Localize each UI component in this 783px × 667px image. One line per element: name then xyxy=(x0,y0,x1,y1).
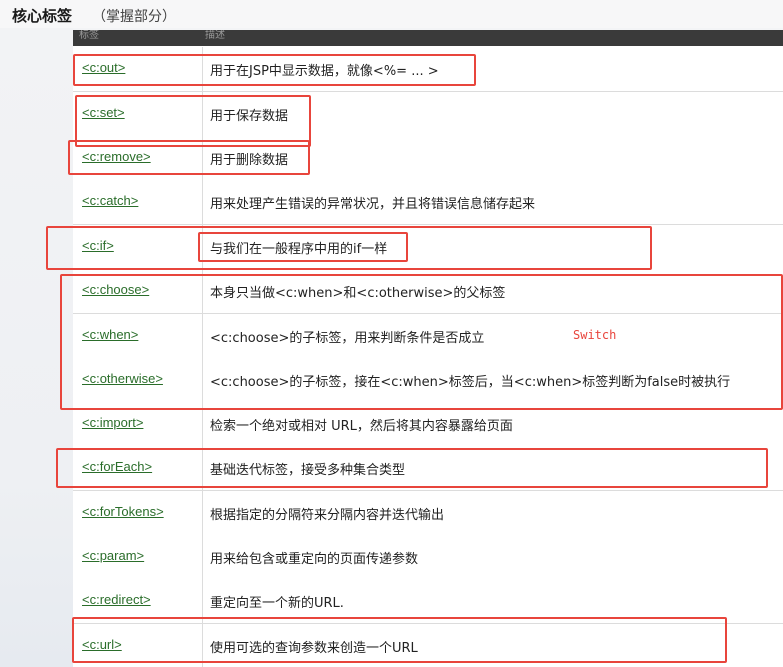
tag-description: <c:choose>的子标签，用来判断条件是否成立 xyxy=(210,331,485,346)
tag-description: 用于在JSP中显示数据，就像<%= ... > xyxy=(210,64,439,79)
tag-description: 根据指定的分隔符来分隔内容并迭代输出 xyxy=(210,508,445,523)
core-tags-table: 标签 描述 <c:out> 用于在JSP中显示数据，就像<%= ... > <c… xyxy=(73,30,783,667)
header-tag: 标签 xyxy=(79,30,99,41)
table-row: <c:remove> 用于删除数据 xyxy=(73,136,783,181)
table-row: <c:set> 用于保存数据 xyxy=(73,92,783,137)
tag-link-out[interactable]: <c:out> xyxy=(82,60,125,75)
tag-description: 用于保存数据 xyxy=(210,109,289,124)
table-row: <c:if> 与我们在一般程序中用的if一样 xyxy=(73,225,783,270)
table-row: <c:forEach> 基础迭代标签，接受多种集合类型 xyxy=(73,446,783,491)
tag-link-param[interactable]: <c:param> xyxy=(82,548,144,563)
column-divider xyxy=(202,180,203,224)
table-header: 标签 描述 xyxy=(73,30,783,46)
column-divider xyxy=(202,491,203,535)
column-divider xyxy=(202,535,203,579)
tag-description: 用来给包含或重定向的页面传递参数 xyxy=(210,552,419,567)
column-divider xyxy=(202,624,203,667)
tag-link-url[interactable]: <c:url> xyxy=(82,637,122,652)
column-divider xyxy=(202,446,203,490)
tag-link-choose[interactable]: <c:choose> xyxy=(82,282,149,297)
header-description: 描述 xyxy=(205,30,225,41)
tag-link-foreach[interactable]: <c:forEach> xyxy=(82,459,152,474)
table-row: <c:when> <c:choose>的子标签，用来判断条件是否成立 xyxy=(73,314,783,359)
tag-description: 使用可选的查询参数来创造一个URL xyxy=(210,641,418,656)
column-divider xyxy=(202,47,203,91)
column-divider xyxy=(202,225,203,269)
tag-link-when[interactable]: <c:when> xyxy=(82,327,138,342)
table-row: <c:url> 使用可选的查询参数来创造一个URL xyxy=(73,624,783,667)
tag-link-redirect[interactable]: <c:redirect> xyxy=(82,592,151,607)
column-divider xyxy=(202,314,203,358)
tag-link-set[interactable]: <c:set> xyxy=(82,105,125,120)
table-row: <c:redirect> 重定向至一个新的URL. xyxy=(73,579,783,624)
column-divider xyxy=(202,136,203,180)
table-row: <c:param> 用来给包含或重定向的页面传递参数 xyxy=(73,535,783,580)
table-row: <c:choose> 本身只当做<c:when>和<c:otherwise>的父… xyxy=(73,269,783,314)
tag-description: 重定向至一个新的URL. xyxy=(210,596,344,611)
column-divider xyxy=(202,269,203,313)
column-divider xyxy=(202,358,203,402)
table-row: <c:forTokens> 根据指定的分隔符来分隔内容并迭代输出 xyxy=(73,491,783,536)
table-row: <c:otherwise> <c:choose>的子标签，接在<c:when>标… xyxy=(73,358,783,403)
tag-description: 用于删除数据 xyxy=(210,153,289,168)
tag-link-catch[interactable]: <c:catch> xyxy=(82,193,138,208)
table-row: <c:catch> 用来处理产生错误的异常状况，并且将错误信息储存起来 xyxy=(73,180,783,225)
section-title: 核心标签 xyxy=(12,7,73,25)
tag-link-remove[interactable]: <c:remove> xyxy=(82,149,151,164)
column-divider xyxy=(202,579,203,623)
section-subtitle: （掌握部分） xyxy=(92,9,176,25)
table-row: <c:import> 检索一个绝对或相对 URL，然后将其内容暴露给页面 xyxy=(73,402,783,447)
tag-description: 与我们在一般程序中用的if一样 xyxy=(210,242,388,257)
tag-description: <c:choose>的子标签，接在<c:when>标签后，当<c:when>标签… xyxy=(210,375,731,390)
tag-link-import[interactable]: <c:import> xyxy=(82,415,143,430)
section-title-bar: 核心标签 （掌握部分） xyxy=(0,0,783,28)
page-margin xyxy=(0,28,73,667)
annotation-switch-note: Switch xyxy=(573,328,617,342)
table-row: <c:out> 用于在JSP中显示数据，就像<%= ... > xyxy=(73,47,783,92)
tag-link-fortokens[interactable]: <c:forTokens> xyxy=(82,504,164,519)
column-divider xyxy=(202,402,203,446)
tag-description: 检索一个绝对或相对 URL，然后将其内容暴露给页面 xyxy=(210,419,513,434)
tag-link-otherwise[interactable]: <c:otherwise> xyxy=(82,371,163,386)
tag-description: 基础迭代标签，接受多种集合类型 xyxy=(210,463,406,478)
tag-link-if[interactable]: <c:if> xyxy=(82,238,114,253)
tag-description: 本身只当做<c:when>和<c:otherwise>的父标签 xyxy=(210,286,506,301)
tag-description: 用来处理产生错误的异常状况，并且将错误信息储存起来 xyxy=(210,197,536,212)
column-divider xyxy=(202,92,203,136)
